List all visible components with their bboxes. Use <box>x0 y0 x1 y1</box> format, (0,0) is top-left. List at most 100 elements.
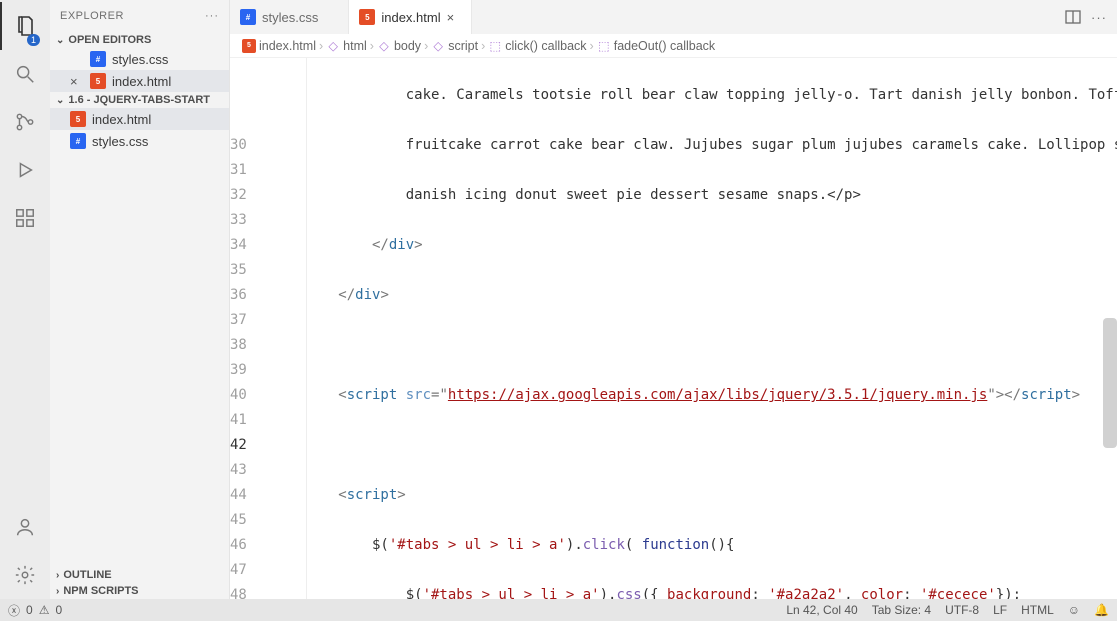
settings-gear-icon[interactable] <box>0 551 50 599</box>
code-line[interactable]: cake. Caramels tootsie roll bear claw to… <box>271 83 1117 108</box>
tab-bar: # styles.css × 5 index.html × ··· <box>230 0 1117 34</box>
open-editors-label: OPEN EDITORS <box>68 34 151 46</box>
sidebar-title: EXPLORER <box>60 10 124 22</box>
tag-symbol-icon: ◇ <box>377 39 391 53</box>
close-icon[interactable]: × <box>447 10 461 25</box>
encoding[interactable]: UTF-8 <box>945 603 979 617</box>
chevron-right-icon: › <box>424 39 428 53</box>
crumb-body[interactable]: ◇ body <box>377 39 421 53</box>
chevron-right-icon: › <box>56 570 59 581</box>
crumb-fadeout-callback[interactable]: ⬚ fadeOut() callback <box>597 39 715 53</box>
code-line[interactable]: $('#tabs > ul > li > a').css({ backgroun… <box>271 583 1117 599</box>
status-bar: ⓧ 0 ⚠ 0 Ln 42, Col 40 Tab Size: 4 UTF-8 … <box>0 599 1117 621</box>
errors-count[interactable]: 0 <box>26 603 33 617</box>
open-editor-item[interactable]: × # styles.css <box>50 48 229 70</box>
notifications-icon[interactable]: 🔔 <box>1094 603 1109 617</box>
editor-more-icon[interactable]: ··· <box>1091 10 1107 25</box>
vertical-scrollbar[interactable] <box>1103 318 1117 448</box>
folder-file-item[interactable]: # styles.css <box>50 130 229 152</box>
html-file-icon: 5 <box>70 111 86 127</box>
explorer-icon[interactable]: 1 <box>0 2 50 50</box>
function-symbol-icon: ⬚ <box>488 39 502 53</box>
css-file-icon: # <box>90 51 106 67</box>
folder-file-item[interactable]: 5 index.html <box>50 108 229 130</box>
code-line[interactable]: <script> <box>271 483 1117 508</box>
code-line[interactable]: <script src="https://ajax.googleapis.com… <box>271 383 1117 408</box>
extensions-icon[interactable] <box>0 194 50 242</box>
chevron-down-icon: ⌄ <box>56 35 64 46</box>
sidebar-header: EXPLORER ··· <box>50 0 229 32</box>
cursor-position[interactable]: Ln 42, Col 40 <box>786 603 857 617</box>
activity-badge: 1 <box>27 34 40 46</box>
code-content[interactable]: cake. Caramels tootsie roll bear claw to… <box>271 58 1117 599</box>
editor[interactable]: 30 31 32 33 34 35 36 37 38 39 40 41 42 4… <box>230 58 1117 599</box>
function-symbol-icon: ⬚ <box>597 39 611 53</box>
language-mode[interactable]: HTML <box>1021 603 1054 617</box>
crumb-label: fadeOut() callback <box>614 39 715 53</box>
debug-icon[interactable] <box>0 146 50 194</box>
crumb-label: html <box>343 39 367 53</box>
file-name: styles.css <box>112 52 168 67</box>
html-file-icon: 5 <box>90 73 106 89</box>
file-name: styles.css <box>92 134 148 149</box>
crumb-label: index.html <box>259 39 316 53</box>
code-line[interactable]: danish icing donut sweet pie dessert ses… <box>271 183 1117 208</box>
crumb-label: body <box>394 39 421 53</box>
chevron-right-icon: › <box>590 39 594 53</box>
split-editor-icon[interactable] <box>1065 9 1081 25</box>
crumb-click-callback[interactable]: ⬚ click() callback <box>488 39 586 53</box>
outline-header[interactable]: › OUTLINE <box>50 567 229 583</box>
file-name: index.html <box>112 74 171 89</box>
chevron-right-icon: › <box>56 586 59 597</box>
code-line[interactable] <box>271 333 1117 358</box>
sidebar-more-icon[interactable]: ··· <box>205 10 219 22</box>
open-editor-item[interactable]: × 5 index.html <box>50 70 229 92</box>
open-editors-header[interactable]: ⌄ OPEN EDITORS <box>50 32 229 48</box>
npm-scripts-label: NPM SCRIPTS <box>63 585 138 597</box>
crumb-label: click() callback <box>505 39 586 53</box>
folder-label: 1.6 - JQUERY-TABS-START <box>68 94 210 106</box>
npm-scripts-header[interactable]: › NPM SCRIPTS <box>50 583 229 599</box>
chevron-right-icon: › <box>319 39 323 53</box>
html-file-icon: 5 <box>242 39 256 53</box>
outline-label: OUTLINE <box>63 569 111 581</box>
code-line[interactable] <box>271 433 1117 458</box>
tab-size[interactable]: Tab Size: 4 <box>872 603 931 617</box>
search-icon[interactable] <box>0 50 50 98</box>
html-file-icon: 5 <box>359 9 375 25</box>
chevron-down-icon: ⌄ <box>56 95 64 106</box>
eol[interactable]: LF <box>993 603 1007 617</box>
chevron-right-icon: › <box>481 39 485 53</box>
crumb-script[interactable]: ◇ script <box>431 39 478 53</box>
code-line[interactable]: </div> <box>271 233 1117 258</box>
crumb-label: script <box>448 39 478 53</box>
code-line[interactable]: </div> <box>271 283 1117 308</box>
folder-header[interactable]: ⌄ 1.6 - JQUERY-TABS-START <box>50 92 229 108</box>
tab-label: index.html <box>381 10 440 25</box>
warnings-icon[interactable]: ⚠ <box>39 603 50 617</box>
file-name: index.html <box>92 112 151 127</box>
close-icon[interactable]: × <box>70 74 84 89</box>
warnings-count[interactable]: 0 <box>55 603 62 617</box>
css-file-icon: # <box>240 9 256 25</box>
breadcrumb[interactable]: 5 index.html › ◇ html › ◇ body › ◇ scrip… <box>230 34 1117 58</box>
activity-bar: 1 <box>0 0 50 599</box>
tab-label: styles.css <box>262 10 318 25</box>
tab-index-html[interactable]: 5 index.html × <box>349 0 471 34</box>
account-icon[interactable] <box>0 503 50 551</box>
crumb-html[interactable]: ◇ html <box>326 39 367 53</box>
editor-area: # styles.css × 5 index.html × ··· 5 inde… <box>230 0 1117 599</box>
line-numbers: 30 31 32 33 34 35 36 37 38 39 40 41 42 4… <box>230 58 271 599</box>
tag-symbol-icon: ◇ <box>431 39 445 53</box>
code-line[interactable]: fruitcake carrot cake bear claw. Jujubes… <box>271 133 1117 158</box>
feedback-icon[interactable]: ☺ <box>1068 603 1080 617</box>
crumb-file[interactable]: 5 index.html <box>242 39 316 53</box>
explorer-sidebar: EXPLORER ··· ⌄ OPEN EDITORS × # styles.c… <box>50 0 230 599</box>
source-control-icon[interactable] <box>0 98 50 146</box>
css-file-icon: # <box>70 133 86 149</box>
errors-icon[interactable]: ⓧ <box>8 602 20 619</box>
tag-symbol-icon: ◇ <box>326 39 340 53</box>
code-line[interactable]: $('#tabs > ul > li > a').click( function… <box>271 533 1117 558</box>
tab-styles-css[interactable]: # styles.css × <box>230 0 349 34</box>
chevron-right-icon: › <box>370 39 374 53</box>
